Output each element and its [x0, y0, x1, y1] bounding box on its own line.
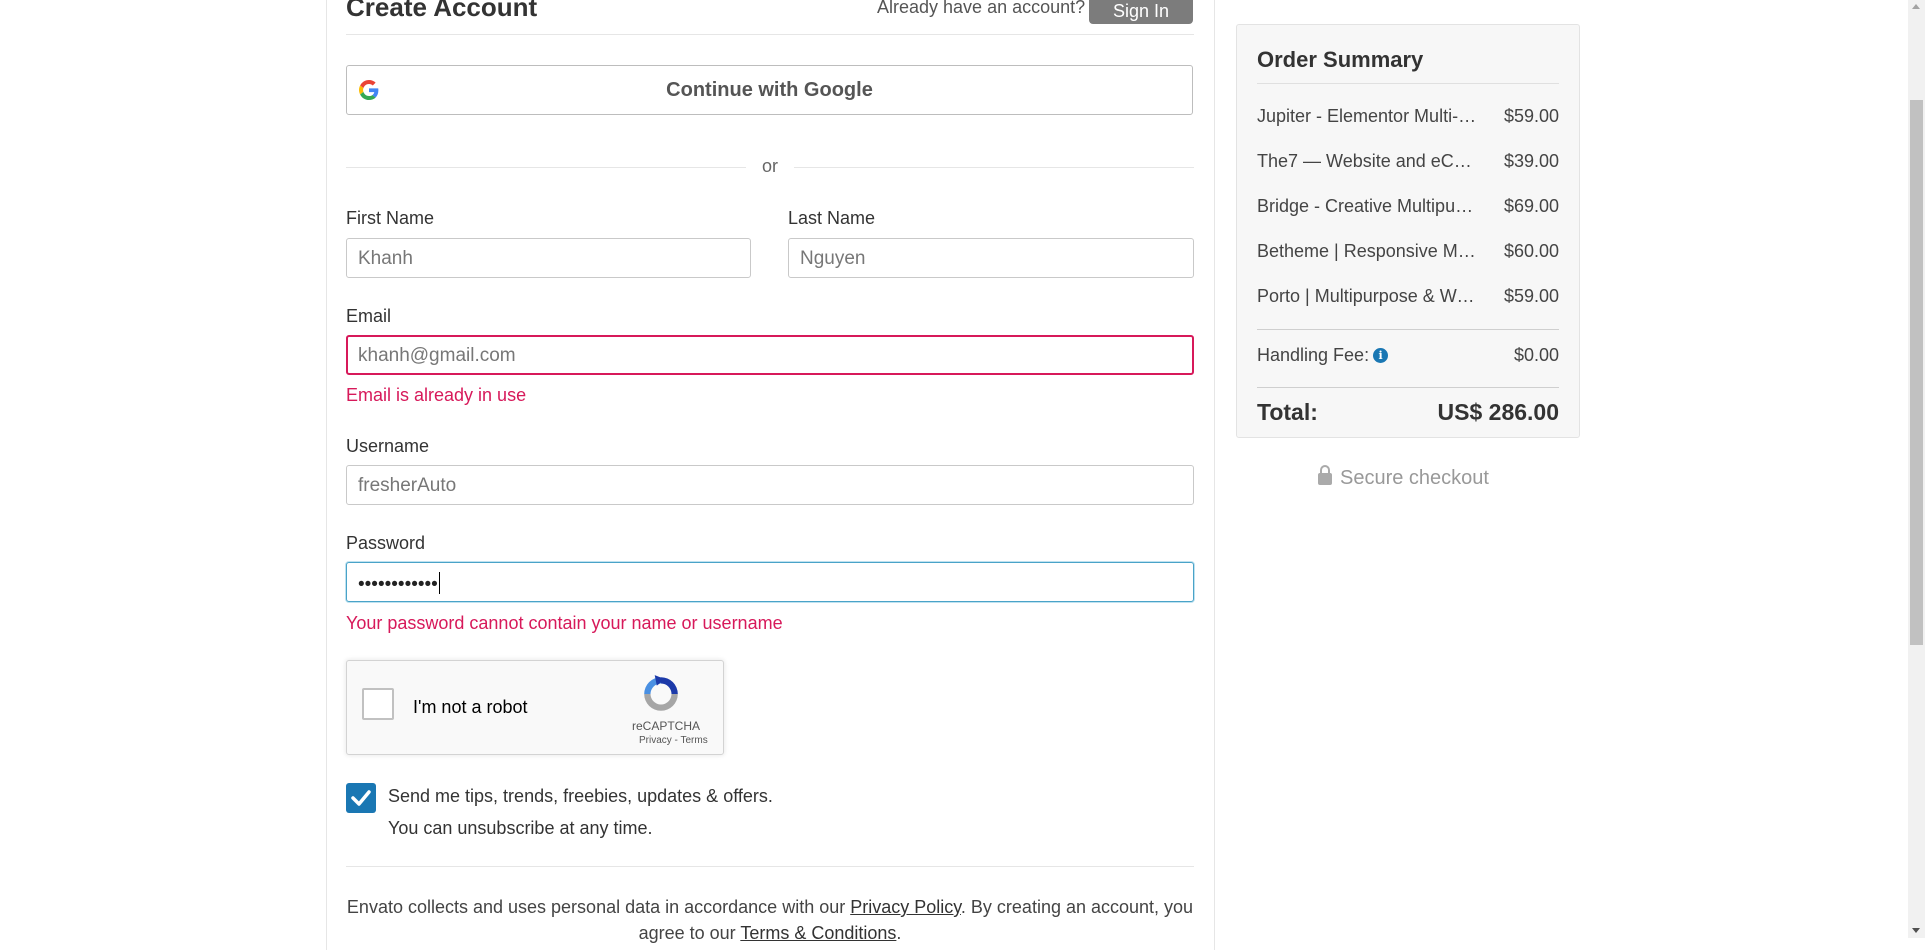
order-item-name: Jupiter - Elementor Multi-Purpose WordPr…: [1257, 106, 1477, 126]
recaptcha-links[interactable]: Privacy - Terms: [639, 735, 708, 746]
last-name-field[interactable]: Nguyen: [788, 238, 1194, 278]
total-divider: [1257, 387, 1559, 388]
order-item-name: Bridge - Creative Multipurpose WordPress…: [1257, 196, 1477, 216]
recaptcha-brand: reCAPTCHA: [632, 719, 701, 733]
unsubscribe-note: You can unsubscribe at any time.: [388, 818, 653, 838]
order-item-price: $59.00: [1503, 106, 1559, 126]
legal-prefix: Envato collects and uses personal data i…: [346, 897, 851, 917]
last-name-label: Last Name: [788, 208, 876, 228]
email-field[interactable]: khanh@gmail.com: [346, 335, 1194, 375]
or-separator: or: [761, 156, 778, 176]
lock-icon: [1318, 465, 1332, 485]
newsletter-label: Send me tips, trends, freebies, updates …: [388, 786, 773, 806]
order-item-name: The7 — Website and eCommerce Builder for…: [1257, 151, 1477, 171]
checkmark-icon: [351, 790, 371, 806]
order-summary-divider: [1257, 83, 1559, 84]
already-have-account-text: Already have an account?: [877, 0, 1086, 17]
continue-with-google-label: Continue with Google: [666, 79, 873, 101]
handling-fee-value: $0.00: [1513, 345, 1559, 365]
legal-text: Envato collects and uses personal data i…: [346, 894, 1194, 946]
newsletter-checkbox[interactable]: [346, 783, 376, 813]
order-item-name: Porto | Multipurpose & WooCommerce Theme: [1257, 286, 1477, 306]
order-item-price: $39.00: [1503, 151, 1559, 171]
terms-link[interactable]: Terms & Conditions: [740, 923, 896, 943]
recaptcha-logo-icon: [644, 675, 678, 711]
scroll-down-arrow-icon[interactable]: [1912, 928, 1920, 933]
scroll-up-arrow-icon[interactable]: [1912, 4, 1920, 9]
recaptcha-widget: I'm not a robot reCAPTCHA Privacy - Term…: [346, 660, 724, 755]
legal-divider: [346, 866, 1194, 867]
handling-fee-label: Handling Fee: i: [1257, 345, 1389, 366]
scrollbar-thumb[interactable]: [1910, 100, 1923, 645]
order-item-name: Betheme | Responsive Multipurpose WordPr…: [1257, 241, 1477, 261]
order-item-price: $59.00: [1503, 286, 1559, 306]
email-error-message: Email is already in use: [346, 385, 527, 405]
sign-in-button[interactable]: Sign In: [1089, 0, 1193, 24]
info-icon[interactable]: i: [1373, 348, 1389, 363]
password-field[interactable]: ••••••••••••: [346, 562, 1194, 602]
order-item-price: $69.00: [1503, 196, 1559, 216]
legal-suffix: .: [896, 923, 902, 943]
secure-checkout-label: Secure checkout: [1340, 467, 1489, 489]
order-item-price: $60.00: [1503, 241, 1559, 261]
username-label: Username: [346, 436, 430, 456]
text-caret: [438, 572, 440, 594]
password-masked-value: ••••••••••••: [358, 574, 438, 595]
secure-checkout: Secure checkout: [1318, 465, 1489, 490]
handling-fee-text: Handling Fee:: [1257, 345, 1370, 365]
divider-right: [794, 167, 1194, 168]
first-name-label: First Name: [346, 208, 435, 228]
page-scrollbar[interactable]: [1908, 0, 1925, 938]
divider-left: [346, 167, 746, 168]
email-label: Email: [346, 306, 392, 326]
password-error-message: Your password cannot contain your name o…: [346, 613, 783, 633]
password-label: Password: [346, 533, 426, 553]
page-title: Create Account: [346, 0, 538, 22]
total-label: Total:: [1257, 399, 1318, 425]
recaptcha-label: I'm not a robot: [413, 697, 528, 717]
first-name-field[interactable]: Khanh: [346, 238, 751, 278]
continue-with-google-button[interactable]: Continue with Google: [346, 65, 1193, 115]
total-value: US$ 286.00: [1437, 399, 1559, 425]
order-summary-title: Order Summary: [1257, 47, 1424, 72]
recaptcha-checkbox[interactable]: [362, 688, 394, 720]
order-items-divider: [1257, 329, 1559, 330]
privacy-policy-link[interactable]: Privacy Policy: [850, 897, 961, 917]
order-summary-card: [1236, 24, 1580, 438]
header-divider: [346, 34, 1194, 35]
username-field[interactable]: fresherAuto: [346, 465, 1194, 505]
